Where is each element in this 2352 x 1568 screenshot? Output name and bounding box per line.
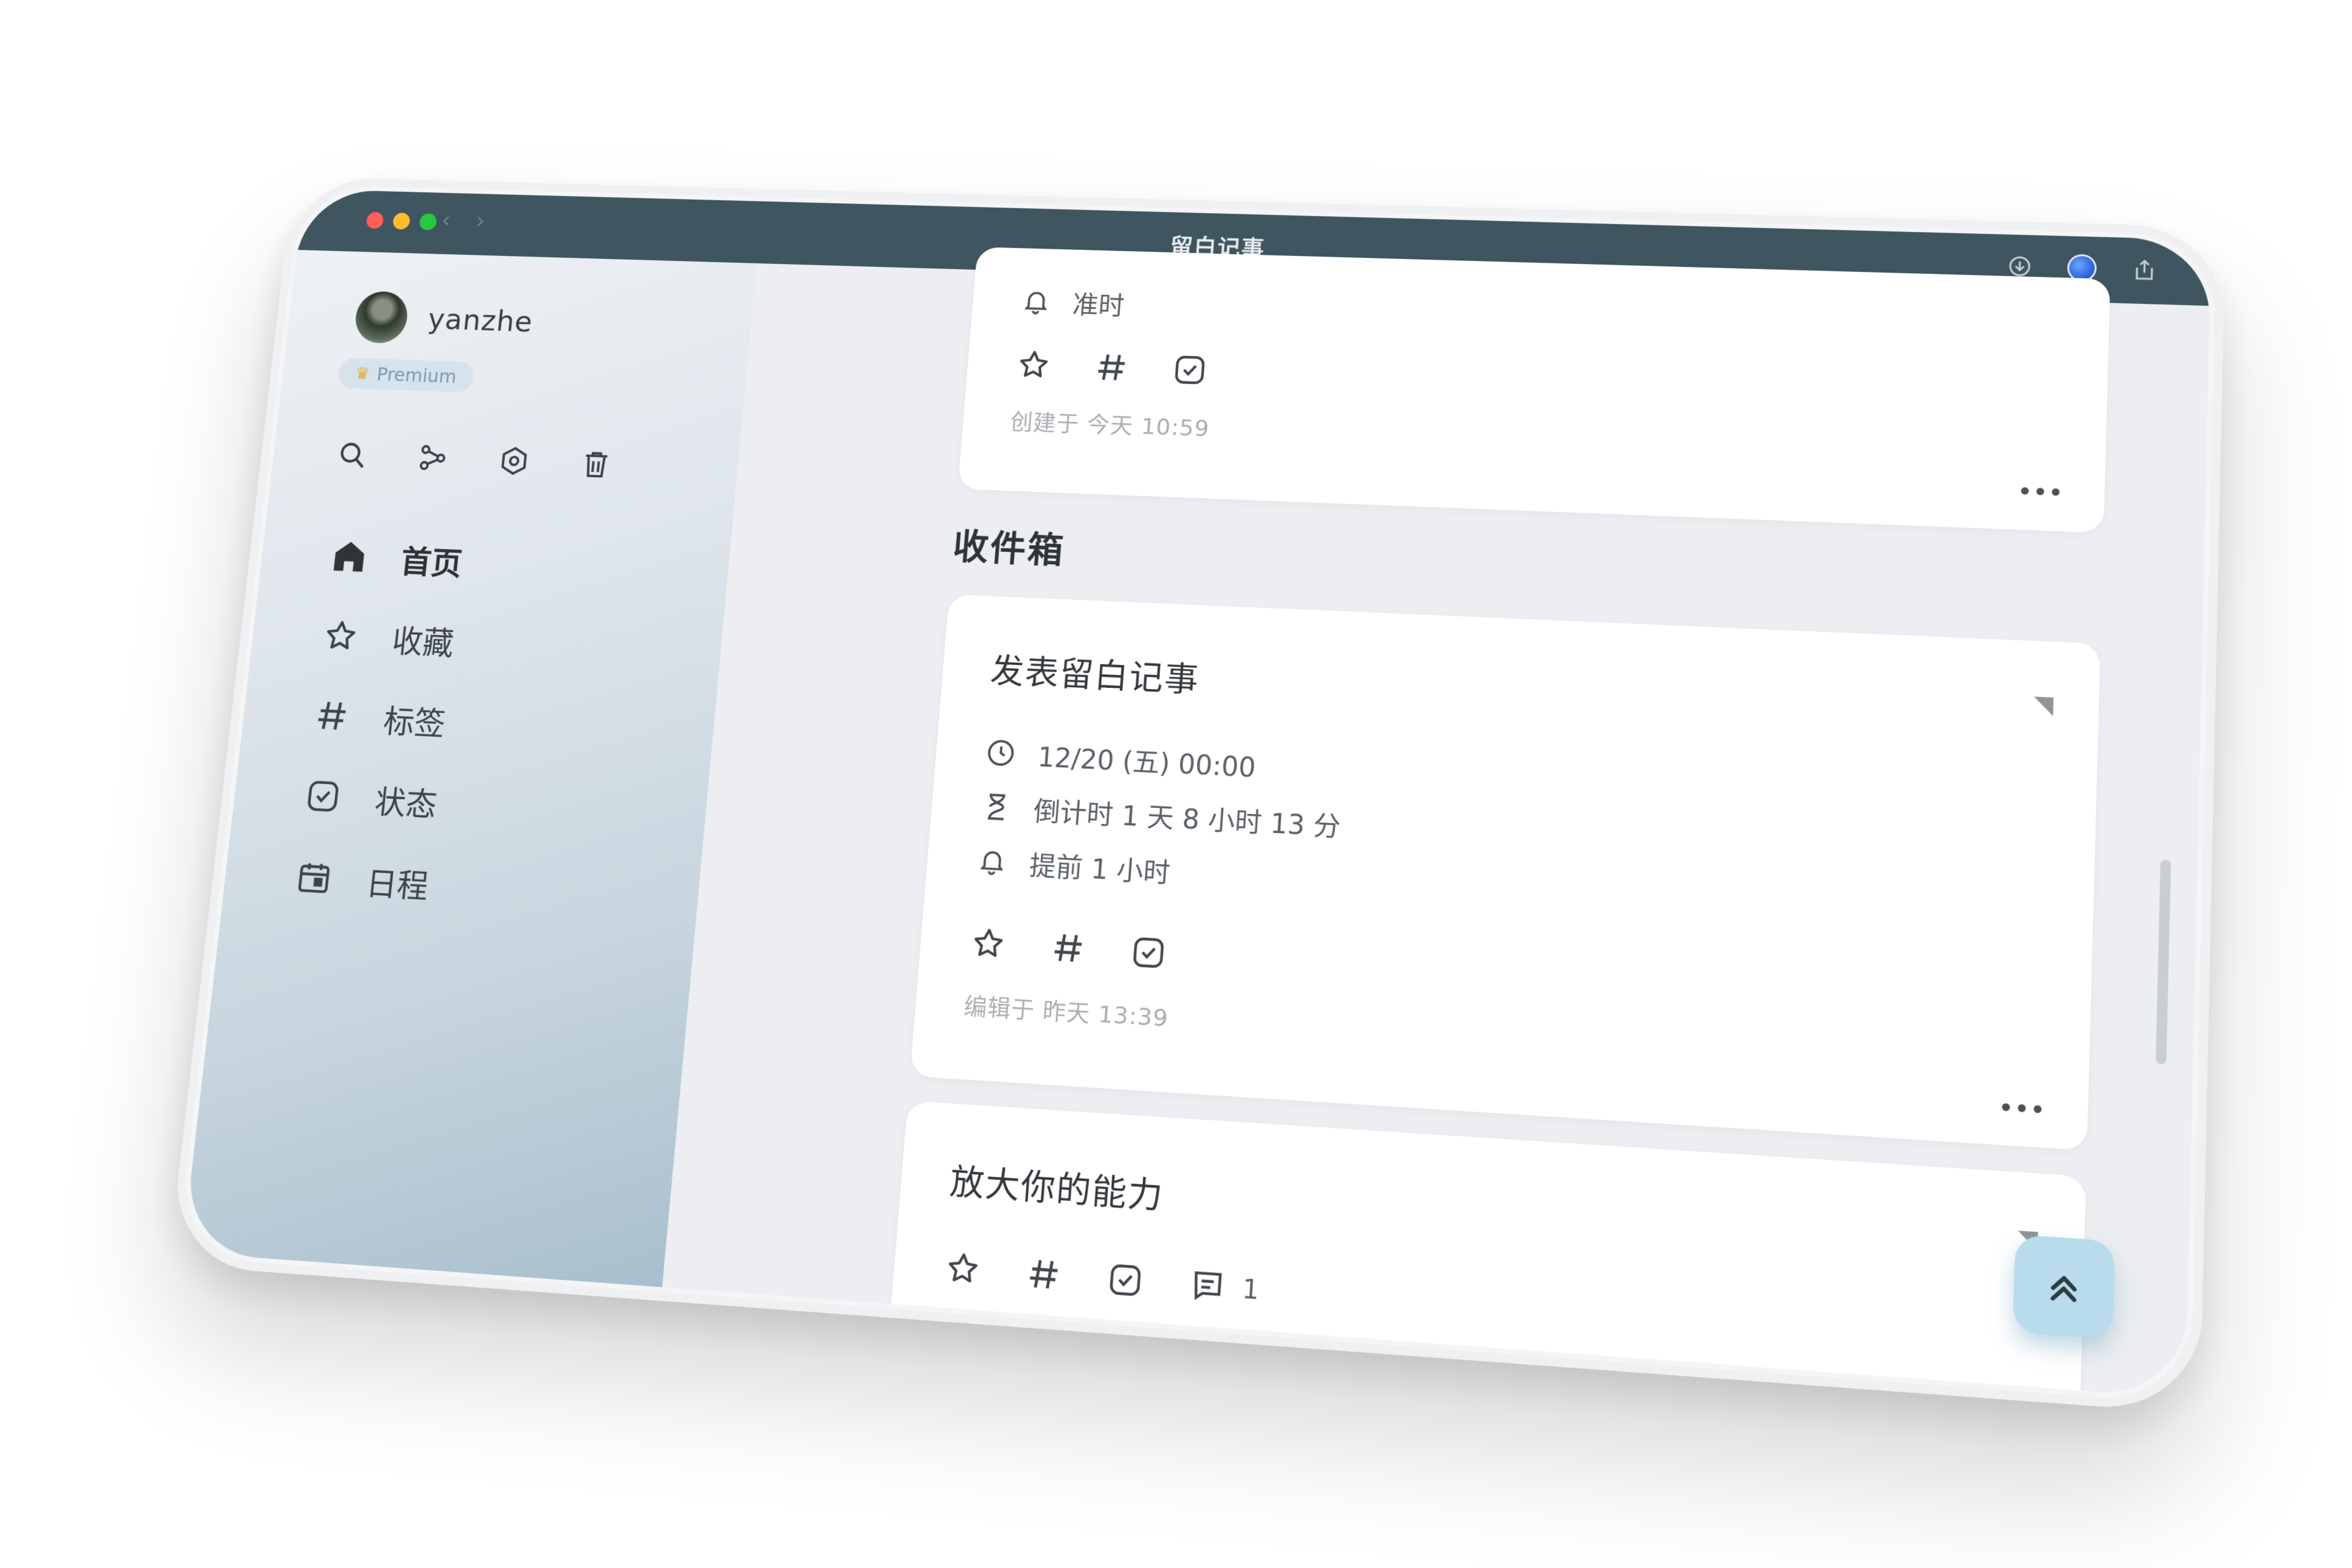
sidebar-item-schedule[interactable]: 日程 (289, 835, 432, 925)
app-screen: ‹ › 留白记事 yanzhe ♛ Premium 首页 收藏 标签 状态 日程… (182, 189, 2212, 1398)
avatar (353, 290, 410, 344)
check-square-icon[interactable] (1169, 351, 1210, 390)
sidebar-item-home[interactable]: 首页 (325, 516, 467, 601)
sidebar-item-label: 日程 (364, 864, 431, 906)
minimize-window-button[interactable] (392, 213, 411, 230)
hash-icon[interactable] (1091, 349, 1132, 387)
sidebar-item-label: 收藏 (390, 622, 456, 663)
note-card[interactable]: 发表留白记事 12/20 (五) 00:00 倒计时 1 天 8 小时 13 分… (910, 594, 2101, 1151)
close-window-button[interactable] (366, 211, 385, 229)
search-icon[interactable] (333, 437, 372, 473)
sidebar-item-label: 首页 (399, 543, 464, 582)
premium-label: Premium (375, 363, 458, 388)
bell-icon (1019, 285, 1054, 318)
date-row: 12/20 (五) 00:00 (982, 733, 1257, 785)
scroll-to-top-button[interactable] (2012, 1234, 2116, 1340)
user-profile[interactable]: yanzhe (353, 290, 535, 349)
comment-icon[interactable] (1186, 1264, 1229, 1308)
note-title: 放大你的能力 (948, 1161, 1166, 1217)
note-card[interactable]: 放大你的能力 1 编辑于 昨天 13:39 (879, 1101, 2087, 1398)
timestamp: 编辑于 昨天 13:39 (937, 1322, 1147, 1365)
star-icon[interactable] (941, 1247, 984, 1290)
sidebar-item-label: 状态 (373, 783, 439, 824)
card-corner-fold-icon[interactable] (2034, 696, 2054, 717)
scrollbar-thumb[interactable] (2155, 859, 2171, 1065)
note-title: 发表留白记事 (989, 651, 1201, 700)
clock-icon (983, 736, 1019, 771)
main-content: 准时 创建于 今天 10:59 收件箱 发表留白记事 12/20 (五) 00:… (662, 247, 2210, 1398)
sidebar-item-label: 标签 (382, 703, 447, 743)
settings-icon[interactable] (495, 443, 533, 480)
trash-icon[interactable] (576, 446, 615, 483)
card-actions: 1 (941, 1247, 1260, 1310)
reminder-row: 提前 1 小时 (974, 841, 1172, 891)
sidebar-tools (333, 437, 616, 483)
date-text: 12/20 (五) 00:00 (1036, 742, 1257, 784)
reminder-text: 提前 1 小时 (1028, 850, 1172, 889)
card-actions (1014, 345, 1210, 389)
tablet-frame: ‹ › 留白记事 yanzhe ♛ Premium 首页 收藏 标签 状态 日程… (168, 176, 2226, 1414)
sidebar-item-favorites[interactable]: 收藏 (316, 595, 458, 681)
timestamp: 编辑于 昨天 13:39 (963, 992, 1170, 1032)
sidebar: yanzhe ♛ Premium 首页 收藏 标签 状态 日程 (182, 249, 757, 1287)
check-square-icon[interactable] (1104, 1259, 1147, 1302)
share-export-icon[interactable] (2130, 255, 2160, 284)
hash-icon (309, 694, 355, 738)
hourglass-icon (979, 790, 1015, 825)
premium-badge[interactable]: ♛ Premium (336, 357, 475, 393)
calendar-icon (292, 855, 337, 900)
timestamp: 创建于 今天 10:59 (1009, 409, 1211, 442)
reminder-row: 准时 (1019, 282, 1126, 322)
check-square-icon (300, 774, 345, 818)
countdown-text: 倒计时 1 天 8 小时 13 分 (1032, 796, 1341, 843)
section-title: 收件箱 (951, 526, 1067, 572)
comment-count: 1 (1241, 1273, 1261, 1305)
username: yanzhe (426, 302, 535, 339)
note-card[interactable]: 准时 创建于 今天 10:59 (957, 247, 2111, 533)
sidebar-item-status[interactable]: 状态 (298, 755, 441, 843)
star-icon (318, 614, 364, 658)
share-icon[interactable] (413, 440, 452, 477)
zoom-window-button[interactable] (418, 213, 437, 231)
window-controls (366, 211, 437, 231)
star-icon[interactable] (1014, 345, 1054, 383)
history-nav: ‹ › (440, 207, 486, 234)
crown-icon: ♛ (354, 363, 372, 384)
sidebar-nav: 首页 收藏 标签 状态 日程 (289, 516, 466, 925)
home-icon (327, 535, 372, 578)
star-icon[interactable] (968, 923, 1009, 964)
card-actions (968, 923, 1170, 974)
forward-button[interactable]: › (475, 208, 486, 234)
back-button[interactable]: ‹ (440, 207, 452, 233)
bell-icon (974, 843, 1011, 879)
hash-icon[interactable] (1047, 927, 1089, 969)
check-square-icon[interactable] (1128, 932, 1169, 973)
countdown-row: 倒计时 1 天 8 小时 13 分 (978, 787, 1341, 845)
double-chevron-up-icon (2042, 1264, 2086, 1309)
more-options-icon[interactable] (2002, 1102, 2042, 1114)
hash-icon[interactable] (1023, 1253, 1065, 1295)
more-options-icon[interactable] (2021, 487, 2060, 496)
sidebar-item-tags[interactable]: 标签 (307, 675, 450, 762)
reminder-text: 准时 (1071, 290, 1126, 322)
